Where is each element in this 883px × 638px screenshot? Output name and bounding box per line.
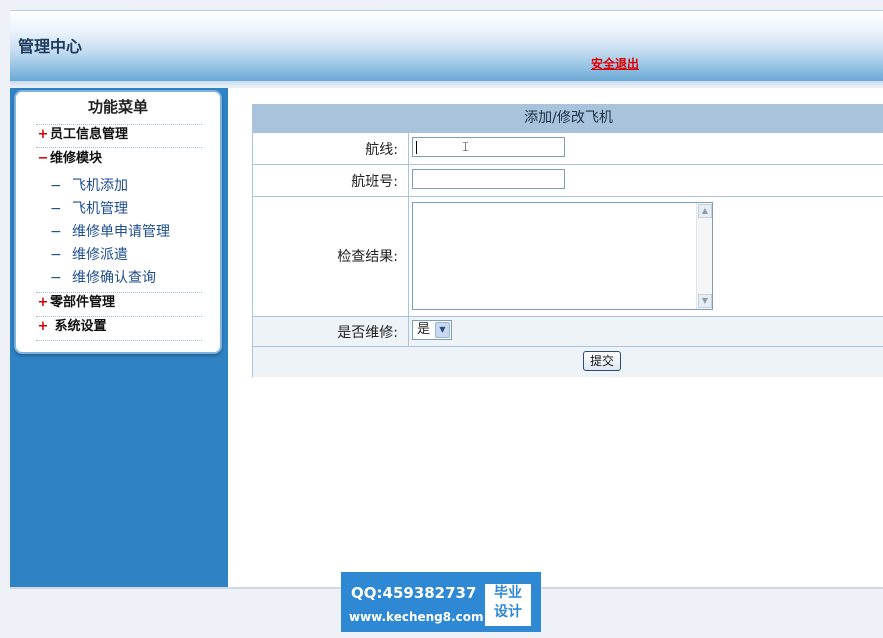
row-divider	[253, 196, 883, 197]
collapse-icon: −	[37, 151, 49, 166]
submenu-item-label: 维修确认查询	[72, 270, 156, 286]
menu-item-system-settings[interactable]: + 系统设置	[36, 317, 107, 337]
menu-item-parts[interactable]: + 零部件管理	[36, 293, 115, 313]
dash-icon: −	[50, 178, 62, 194]
menu-panel: 功能菜单 + 员工信息管理 − 维修模块 − 飞机添加 − 飞机管理 − 维修单申请管理 …	[14, 90, 222, 354]
route-label: 航线:	[365, 142, 398, 158]
chevron-down-icon: ▼	[435, 322, 450, 338]
scroll-up-icon[interactable]: ▲	[698, 204, 712, 218]
submenu-item-repair-request[interactable]: − 维修单申请管理	[50, 222, 170, 242]
submenu-item-label: 维修派遣	[72, 247, 128, 263]
submenu-item-label: 飞机添加	[72, 178, 128, 194]
submenu-item-add-plane[interactable]: − 飞机添加	[50, 176, 128, 196]
flight-number-input[interactable]	[412, 169, 565, 189]
dash-icon: −	[50, 247, 62, 263]
menu-item-employee[interactable]: + 员工信息管理	[36, 125, 128, 145]
column-divider	[408, 132, 409, 346]
submenu-item-label: 飞机管理	[72, 201, 128, 217]
flight-number-label: 航班号:	[351, 174, 398, 190]
expand-icon: +	[37, 127, 49, 142]
menu-item-label: 维修模块	[50, 151, 103, 166]
menu-separator	[36, 147, 202, 148]
main-content: 添加/修改飞机 航线: 𝙸 航班号: 检查结果: ▲ ▼ 是否维修: 是 ▼ 提…	[228, 88, 883, 587]
seal-line: 毕业	[494, 585, 522, 601]
need-repair-label: 是否维修:	[337, 325, 398, 341]
app-title: 管理中心	[18, 37, 83, 56]
sidebar: 功能菜单 + 员工信息管理 − 维修模块 − 飞机添加 − 飞机管理 − 维修单申请管理 …	[10, 88, 228, 587]
logout-link[interactable]: 安全退出	[591, 55, 639, 72]
textarea-scrollbar[interactable]: ▲ ▼	[696, 203, 712, 309]
row-shade	[253, 346, 883, 377]
need-repair-select[interactable]: 是 ▼	[412, 320, 452, 340]
row-divider	[253, 346, 883, 347]
route-input[interactable]: 𝙸	[412, 137, 565, 157]
row-divider	[253, 316, 883, 317]
watermark-badge: QQ:459382737 www.kecheng8.com 毕业 设计	[341, 572, 541, 632]
watermark-seal: 毕业 设计	[485, 584, 531, 626]
watermark-site: www.kecheng8.com	[349, 610, 484, 624]
menu-separator	[36, 340, 202, 341]
page-header: 管理中心 安全退出	[10, 10, 883, 81]
menu-title: 功能菜单	[87, 98, 148, 116]
submenu-item-repair-dispatch[interactable]: − 维修派遣	[50, 245, 128, 265]
inspection-result-label: 检查结果:	[337, 249, 398, 265]
inspection-result-textarea[interactable]: ▲ ▼	[412, 202, 713, 310]
watermark-qq: QQ:459382737	[351, 584, 477, 602]
scroll-down-icon[interactable]: ▼	[698, 294, 712, 308]
dash-icon: −	[50, 224, 62, 240]
expand-icon: +	[37, 295, 49, 310]
expand-icon: +	[37, 319, 49, 334]
plane-form: 添加/修改飞机 航线: 𝙸 航班号: 检查结果: ▲ ▼ 是否维修: 是 ▼ 提…	[252, 104, 883, 377]
dash-icon: −	[50, 270, 62, 286]
menu-item-maintenance[interactable]: − 维修模块	[36, 149, 102, 169]
need-repair-selected: 是	[417, 322, 431, 337]
menu-item-label: 员工信息管理	[50, 127, 129, 142]
header-shadow	[10, 81, 883, 88]
submenu-item-label: 维修单申请管理	[72, 224, 170, 240]
seal-line: 设计	[494, 604, 522, 620]
submenu-item-repair-confirm[interactable]: − 维修确认查询	[50, 268, 156, 288]
ibeam-cursor-icon: 𝙸	[461, 140, 471, 155]
row-divider	[253, 132, 883, 133]
submit-button[interactable]: 提交	[583, 351, 621, 371]
text-caret	[416, 141, 417, 154]
submenu-item-plane-manage[interactable]: − 飞机管理	[50, 199, 128, 219]
menu-item-label: 系统设置	[50, 319, 107, 334]
row-divider	[253, 164, 883, 165]
form-title: 添加/修改飞机	[253, 104, 883, 132]
dash-icon: −	[50, 201, 62, 217]
menu-item-label: 零部件管理	[50, 295, 116, 310]
